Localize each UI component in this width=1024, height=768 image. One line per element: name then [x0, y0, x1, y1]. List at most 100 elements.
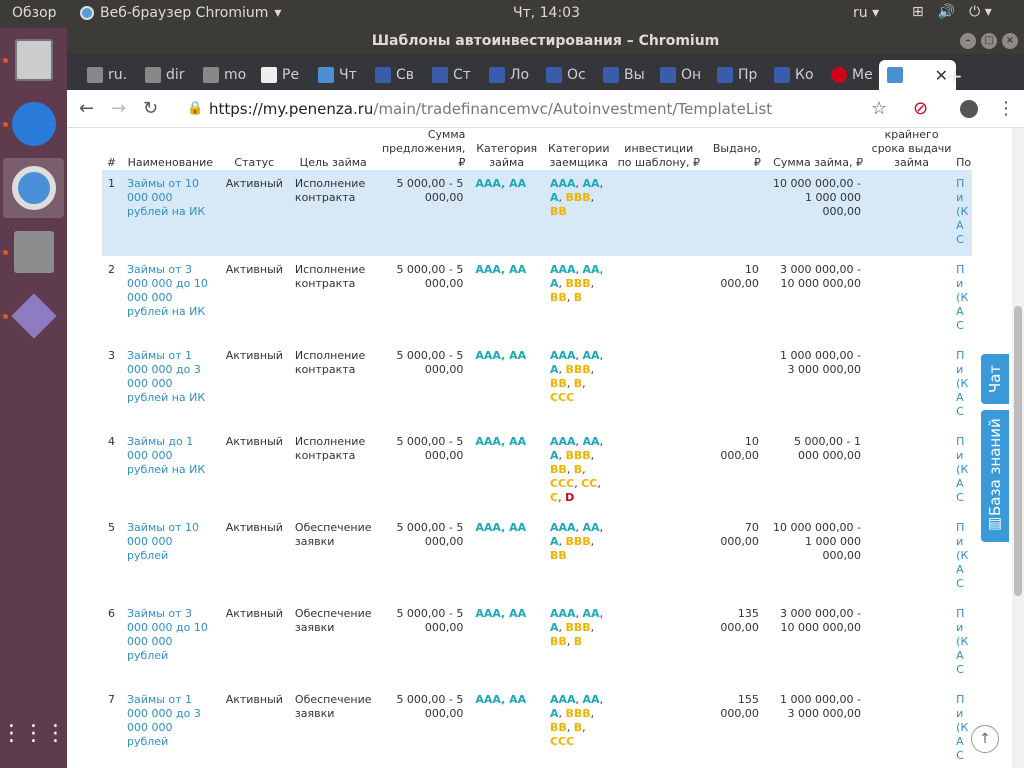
- template-name-link[interactable]: Займы до 1 000 000 рублей на ИК: [121, 428, 220, 514]
- show-apps-icon[interactable]: ⋮⋮⋮: [1, 704, 67, 764]
- browser-tab[interactable]: mo: [203, 60, 253, 90]
- scroll-to-top-button[interactable]: ↑: [971, 725, 999, 753]
- column-header[interactable]: Категории заемщика: [544, 128, 614, 170]
- borrower-rating: BBB: [565, 449, 591, 462]
- new-tab-button[interactable]: +: [946, 64, 963, 88]
- investment-cell: [614, 428, 705, 514]
- knowledge-base-button[interactable]: ▤ База знаний: [981, 410, 1009, 542]
- minimize-button[interactable]: –: [960, 33, 976, 49]
- extra-cell: П и (К А С: [956, 435, 969, 504]
- browser-tab[interactable]: ru.: [87, 60, 137, 90]
- extension-icon[interactable]: ⊘: [913, 98, 928, 119]
- browser-tab[interactable]: Чт: [318, 60, 368, 90]
- borrower-rating: AA: [582, 435, 600, 448]
- browser-tab[interactable]: Ме: [831, 60, 879, 90]
- borrower-rating: AAA: [549, 177, 576, 190]
- chat-button[interactable]: Чат: [981, 354, 1009, 404]
- column-header[interactable]: Сумма займа, ₽: [765, 128, 867, 170]
- column-header[interactable]: крайнего срока выдачи займа: [867, 128, 956, 170]
- close-button[interactable]: ×: [1002, 33, 1018, 49]
- browser-tab[interactable]: Ре: [261, 60, 311, 90]
- template-name-link[interactable]: Займы от 10 000 000 рублей на ИК: [121, 170, 220, 256]
- table-row[interactable]: 1 Займы от 10 000 000 рублей на ИК Активны…: [102, 170, 972, 256]
- profile-avatar[interactable]: [960, 100, 978, 118]
- column-header[interactable]: Наименование: [121, 128, 220, 170]
- borrower-category-cell: AAA, AA, A, BBB, BB, B: [549, 263, 604, 304]
- browser-tab[interactable]: Ос: [546, 60, 596, 90]
- window-title-bar: Шаблоны автоинвестирования – Chromium – …: [67, 28, 1024, 54]
- table-row[interactable]: 2 Займы от 3 000 000 до 10 000 000 рублей…: [102, 256, 972, 342]
- loan-category-cell: AAA, AA: [475, 607, 527, 620]
- browser-tab[interactable]: Вы: [603, 60, 653, 90]
- vertical-scrollbar[interactable]: [1012, 128, 1024, 768]
- borrower-rating: B: [573, 635, 583, 648]
- borrower-rating: BBB: [565, 277, 591, 290]
- browser-tab[interactable]: Ко: [774, 60, 824, 90]
- system-tray[interactable]: ⊞ 🔊 ⏻ ▾: [912, 4, 992, 20]
- table-row[interactable]: 7 Займы от 1 000 000 до 3 000 000 рублей А…: [102, 686, 972, 768]
- back-button[interactable]: ←: [79, 98, 94, 119]
- browser-tab[interactable]: dir: [145, 60, 195, 90]
- loan-sum-cell: 3 000 000,00 - 10 000 000,00: [780, 263, 861, 290]
- extra-cell: П и (К А С: [956, 607, 969, 676]
- borrower-rating: BB: [549, 635, 567, 648]
- borrower-category-cell: AAA, AA, A, BBB, BB, B, CCC, CC, C, D: [549, 435, 604, 504]
- issued-cell: 70 000,00: [720, 521, 759, 548]
- app-menu[interactable]: Веб-браузер Chromium ▾: [80, 5, 281, 21]
- menu-icon[interactable]: ⋮: [997, 98, 1015, 119]
- scrollbar-thumb[interactable]: [1014, 306, 1022, 596]
- template-name-link[interactable]: Займы от 3 000 000 до 10 000 000 рублей: [121, 600, 220, 686]
- template-name-link[interactable]: Займы от 1 000 000 до 3 000 000 рублей: [121, 686, 220, 768]
- chromium-launcher-icon[interactable]: [3, 158, 64, 218]
- files-launcher-icon[interactable]: [3, 222, 64, 282]
- investment-cell: [614, 600, 705, 686]
- borrower-rating: BBB: [565, 707, 591, 720]
- table-row[interactable]: 4 Займы до 1 000 000 рублей на ИК Активный…: [102, 428, 972, 514]
- template-name-link[interactable]: Займы от 3 000 000 до 10 000 000 рублей …: [121, 256, 220, 342]
- column-header[interactable]: Статус: [220, 128, 289, 170]
- column-header[interactable]: По: [956, 128, 972, 170]
- column-header[interactable]: Выдано, ₽: [704, 128, 765, 170]
- row-number: 6: [108, 607, 115, 620]
- maximize-button[interactable]: □: [981, 33, 997, 49]
- borrower-rating: BB: [549, 549, 567, 562]
- forward-button[interactable]: →: [111, 98, 126, 119]
- thunderbird-launcher-icon[interactable]: [3, 94, 64, 154]
- borrower-rating: AAA: [549, 435, 576, 448]
- loan-category-cell: AAA, AA: [475, 349, 527, 362]
- browser-tab[interactable]: Он: [660, 60, 710, 90]
- deadline-cell: [867, 342, 956, 428]
- column-header[interactable]: Цель займа: [289, 128, 378, 170]
- reload-button[interactable]: ↻: [143, 98, 158, 119]
- table-row[interactable]: 6 Займы от 3 000 000 до 10 000 000 рублей…: [102, 600, 972, 686]
- borrower-category-cell: AAA, AA, A, BBB, BB: [549, 521, 604, 562]
- address-bar[interactable]: https://my.penenza.ru/main/tradefinancem…: [209, 95, 903, 123]
- browser-tab-active[interactable]: ✕: [879, 60, 956, 90]
- bookmark-star-icon[interactable]: ☆: [871, 98, 887, 119]
- column-header[interactable]: Категория займа: [469, 128, 544, 170]
- chromium-icon: [80, 6, 94, 20]
- borrower-rating: CCC: [549, 735, 575, 748]
- url-host: https://my.penenza.ru: [209, 100, 374, 118]
- overview-button[interactable]: Обзор: [12, 5, 57, 21]
- column-header[interactable]: Сумма предложения, ₽: [378, 128, 470, 170]
- browser-tab[interactable]: Св: [375, 60, 425, 90]
- editor-launcher-icon[interactable]: [3, 286, 64, 346]
- column-header[interactable]: инвестиции по шаблону, ₽: [614, 128, 705, 170]
- borrower-rating: BB: [549, 721, 567, 734]
- goal-cell: Исполнение контракта: [294, 349, 366, 376]
- tab-favicon-icon: [145, 67, 161, 83]
- row-number: 1: [102, 170, 121, 256]
- template-name-link[interactable]: Займы от 1 000 000 до 3 000 000 рублей н…: [121, 342, 220, 428]
- table-row[interactable]: 5 Займы от 10 000 000 рублей Активный Обесп…: [102, 514, 972, 600]
- template-name-link[interactable]: Займы от 10 000 000 рублей: [121, 514, 220, 600]
- loan-sum-cell: 1 000 000,00 - 3 000 000,00: [780, 693, 861, 720]
- language-indicator[interactable]: ru ▾: [853, 5, 879, 21]
- calculator-launcher-icon[interactable]: [3, 30, 64, 90]
- browser-tab[interactable]: Ло: [489, 60, 539, 90]
- browser-tab[interactable]: Пр: [717, 60, 767, 90]
- clock[interactable]: Чт, 14:03: [513, 5, 580, 21]
- table-row[interactable]: 3 Займы от 1 000 000 до 3 000 000 рублей …: [102, 342, 972, 428]
- borrower-rating: A: [549, 621, 559, 634]
- browser-tab[interactable]: Ст: [432, 60, 482, 90]
